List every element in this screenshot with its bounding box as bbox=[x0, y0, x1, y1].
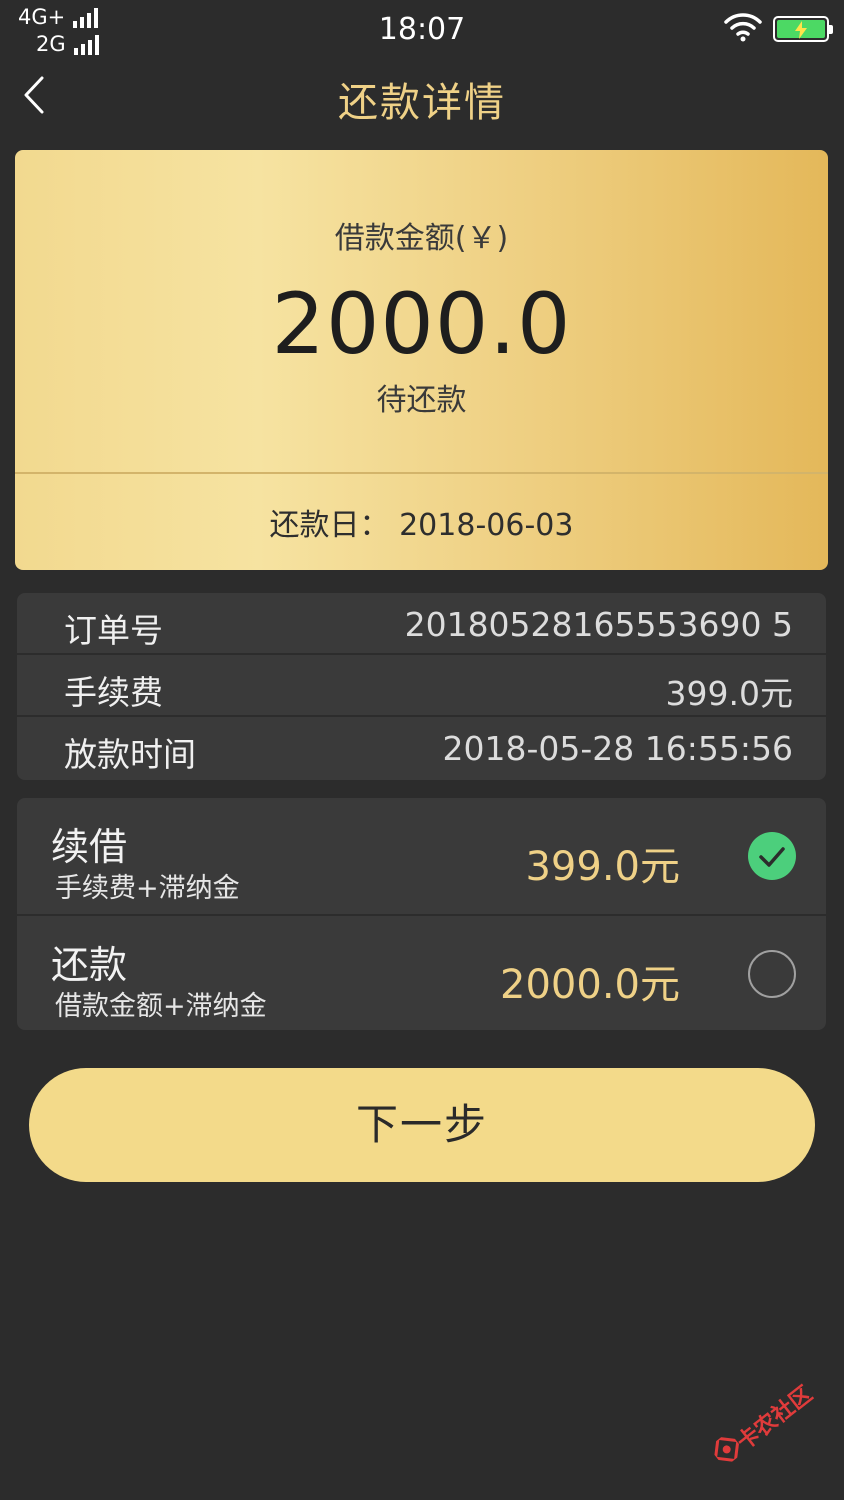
page-title: 还款详情 bbox=[338, 80, 506, 126]
detail-row-fee: 手续费 399.0元 bbox=[17, 655, 826, 717]
loan-amount-label: 借款金额(￥) bbox=[334, 221, 509, 256]
loan-details-list: 订单号 20180528165553690 5 手续费 399.0元 放款时间 … bbox=[17, 593, 826, 780]
detail-value: 20180528165553690 5 bbox=[404, 605, 793, 644]
option-repay[interactable]: 还款 借款金额+滞纳金 2000.0元 bbox=[17, 916, 826, 1030]
detail-label: 订单号 bbox=[64, 611, 163, 650]
option-title: 还款 bbox=[51, 943, 128, 987]
detail-label: 放款时间 bbox=[64, 735, 196, 774]
charging-icon bbox=[795, 21, 807, 39]
loan-amount: 2000.0 bbox=[271, 275, 572, 373]
detail-value: 399.0元 bbox=[665, 674, 793, 713]
due-date-value: 2018-06-03 bbox=[399, 508, 574, 543]
option-title: 续借 bbox=[51, 825, 128, 869]
nav-bar: 还款详情 bbox=[0, 62, 844, 134]
option-price: 2000.0元 bbox=[500, 962, 680, 1008]
due-date-label: 还款日： bbox=[269, 508, 390, 543]
empty-radio-icon[interactable] bbox=[748, 950, 796, 998]
status-bar: 4G+ 2G 18:07 bbox=[0, 0, 844, 60]
detail-label: 手续费 bbox=[64, 673, 163, 712]
detail-row-order-number: 订单号 20180528165553690 5 bbox=[17, 593, 826, 655]
option-price: 399.0元 bbox=[525, 844, 680, 890]
status-time: 18:07 bbox=[378, 12, 466, 47]
payment-options: 续借 手续费+滞纳金 399.0元 还款 借款金额+滞纳金 2000.0元 bbox=[17, 798, 826, 1030]
detail-value: 2018-05-28 16:55:56 bbox=[442, 729, 793, 768]
next-step-button[interactable]: 下一步 bbox=[29, 1068, 815, 1182]
wifi-icon bbox=[724, 13, 762, 42]
watermark-text: 卡农社区 bbox=[732, 1381, 818, 1456]
option-subtitle: 手续费+滞纳金 bbox=[55, 873, 240, 904]
loan-status: 待还款 bbox=[376, 383, 467, 418]
option-renew[interactable]: 续借 手续费+滞纳金 399.0元 bbox=[17, 798, 826, 916]
battery-icon bbox=[773, 16, 833, 42]
checkmark-circle-icon[interactable] bbox=[748, 832, 796, 880]
option-subtitle: 借款金额+滞纳金 bbox=[55, 991, 267, 1022]
app-screen: 4G+ 2G 18:07 还款详情 借款金额(￥) 2000.0 待还款 还款日… bbox=[0, 0, 844, 1500]
watermark-logo: 卡农社区 bbox=[695, 1362, 825, 1485]
card-divider bbox=[15, 472, 828, 474]
detail-row-disbursement-time: 放款时间 2018-05-28 16:55:56 bbox=[17, 717, 826, 779]
loan-summary-card: 借款金额(￥) 2000.0 待还款 还款日： 2018-06-03 bbox=[15, 150, 828, 570]
due-date-row: 还款日： 2018-06-03 bbox=[15, 500, 828, 544]
